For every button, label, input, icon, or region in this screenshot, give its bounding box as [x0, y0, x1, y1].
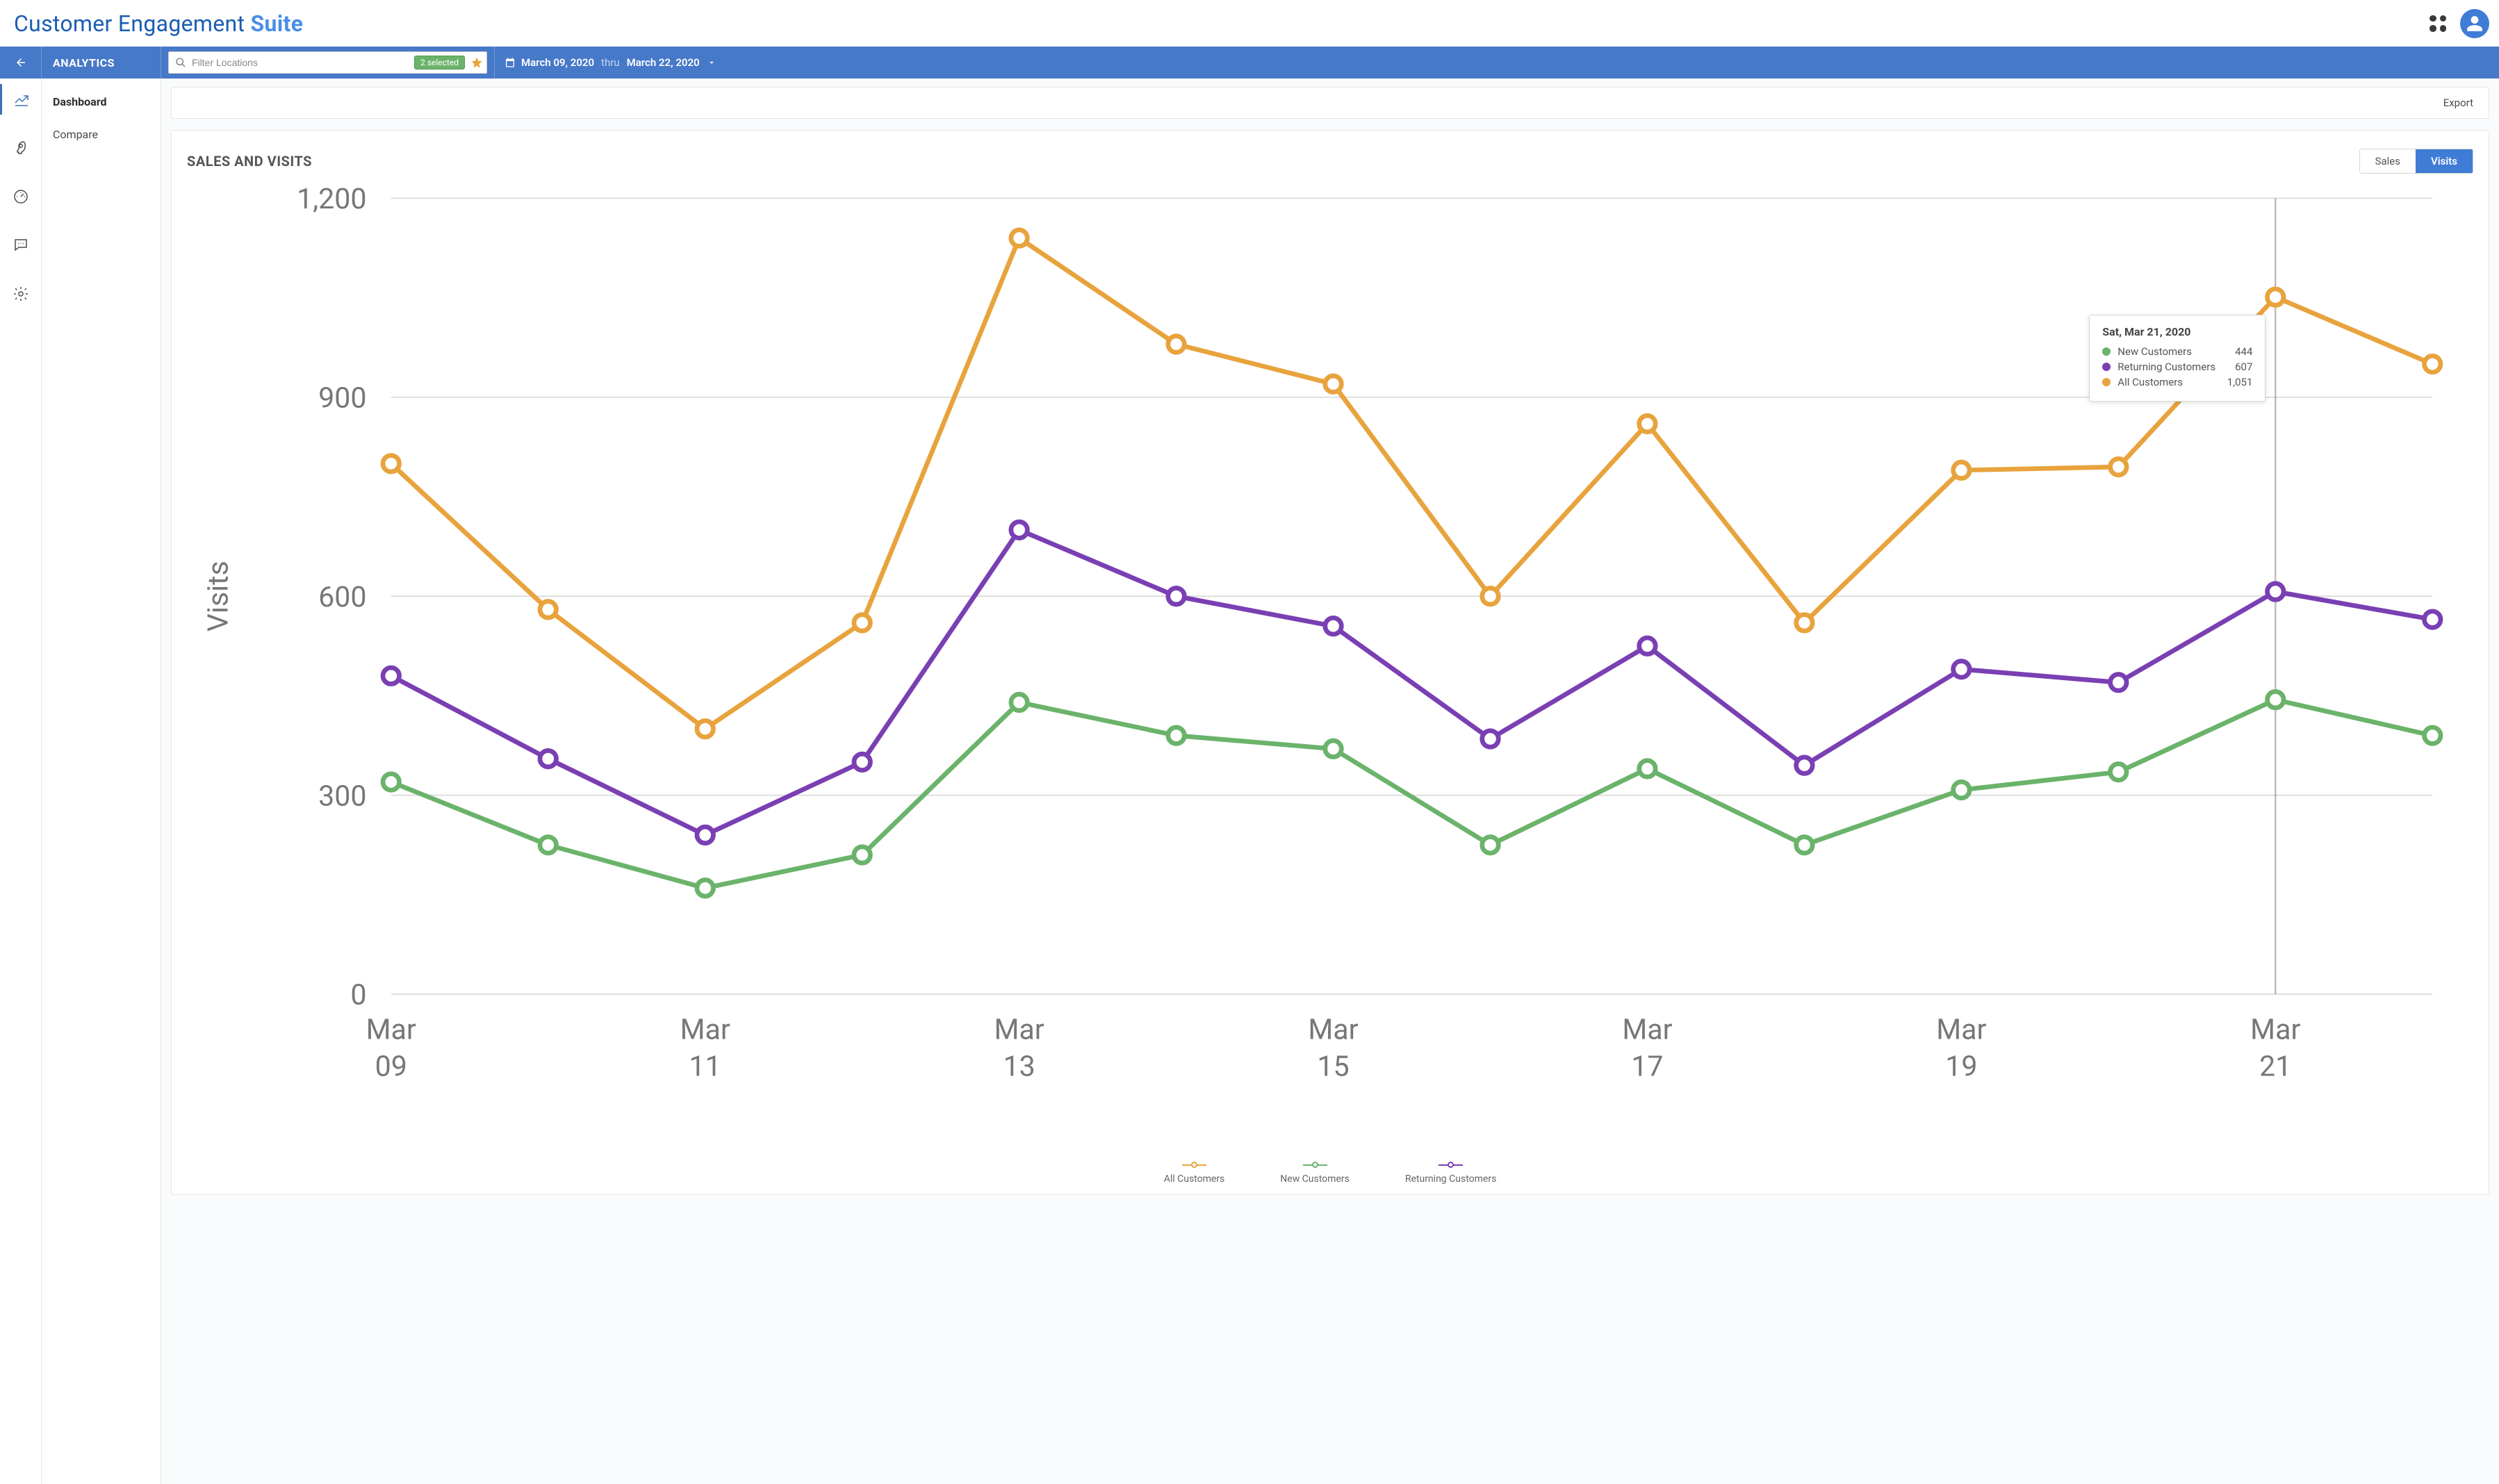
svg-text:17: 17 [1631, 1050, 1663, 1084]
person-icon [2466, 15, 2484, 33]
legend-item[interactable]: All Customers [1164, 1162, 1225, 1185]
export-button[interactable]: Export [2443, 97, 2473, 109]
gear-icon [13, 286, 29, 302]
tooltip-value: 1,051 [2215, 376, 2253, 388]
tooltip-dot-icon [2102, 363, 2111, 371]
app-title-part2: Suite [250, 10, 303, 37]
tooltip-value: 444 [2222, 345, 2252, 358]
svg-text:1,200: 1,200 [297, 183, 367, 216]
svg-text:09: 09 [375, 1050, 407, 1084]
chart-legend: All Customers New Customers Returning Cust… [187, 1162, 2473, 1185]
app-title: Customer Engagement Suite [14, 10, 303, 37]
chart-line-icon [13, 91, 30, 108]
tooltip-dot-icon [2102, 378, 2111, 386]
svg-text:Mar: Mar [1622, 1014, 1672, 1047]
legend-mark-icon [1303, 1162, 1327, 1168]
date-end: March 22, 2020 [627, 56, 700, 69]
chevron-down-icon [707, 58, 716, 67]
chart-tooltip: Sat, Mar 21, 2020 New Customers 444 Return… [2089, 315, 2266, 402]
toggle-sales[interactable]: Sales [2360, 149, 2416, 173]
search-icon [175, 57, 186, 68]
svg-text:300: 300 [318, 780, 366, 813]
calendar-icon [505, 57, 516, 68]
chat-stars-icon [13, 237, 29, 254]
svg-text:Mar: Mar [1308, 1014, 1358, 1047]
legend-label: All Customers [1164, 1173, 1225, 1185]
back-button[interactable] [0, 47, 42, 79]
date-range-picker[interactable]: March 09, 2020 thru March 22, 2020 [495, 47, 726, 79]
sales-visits-toggle: Sales Visits [2359, 149, 2473, 174]
tooltip-label: Returning Customers [2117, 361, 2215, 373]
svg-text:Mar: Mar [366, 1014, 416, 1047]
legend-item[interactable]: Returning Customers [1405, 1162, 1496, 1185]
tooltip-row: All Customers 1,051 [2102, 376, 2252, 388]
legend-mark-icon [1182, 1162, 1206, 1168]
legend-mark-icon [1439, 1162, 1463, 1168]
rail-nav [0, 79, 42, 1484]
section-label: ANALYTICS [42, 47, 161, 79]
user-avatar[interactable] [2460, 9, 2489, 38]
tooltip-label: New Customers [2117, 345, 2215, 358]
favorite-star-icon[interactable] [470, 56, 483, 69]
date-start: March 09, 2020 [521, 56, 594, 69]
tooltip-row: New Customers 444 [2102, 345, 2252, 358]
export-bar: Export [171, 87, 2489, 119]
svg-text:Mar: Mar [994, 1014, 1044, 1047]
app-title-part1: Customer Engagement [14, 10, 250, 37]
svg-text:Visits: Visits [202, 561, 236, 632]
tooltip-row: Returning Customers 607 [2102, 361, 2252, 373]
legend-label: Returning Customers [1405, 1173, 1496, 1185]
svg-text:600: 600 [318, 581, 366, 614]
rail-item-gauge[interactable] [0, 181, 41, 212]
rail-item-insights[interactable] [0, 133, 41, 163]
rail-item-analytics[interactable] [0, 84, 41, 115]
subnav-item-compare[interactable]: Compare [42, 118, 161, 151]
filter-locations-input-wrap[interactable]: 2 selected [168, 51, 487, 74]
rail-item-settings[interactable] [0, 279, 41, 309]
filter-locations-input[interactable] [192, 57, 409, 68]
svg-text:900: 900 [318, 381, 366, 415]
tooltip-label: All Customers [2117, 376, 2207, 388]
brand-bar: Customer Engagement Suite [0, 0, 2499, 47]
svg-text:13: 13 [1003, 1050, 1035, 1084]
svg-text:19: 19 [1945, 1050, 1977, 1084]
tooltip-title: Sat, Mar 21, 2020 [2102, 325, 2252, 338]
tooltip-dot-icon [2102, 347, 2111, 356]
legend-item[interactable]: New Customers [1280, 1162, 1350, 1185]
svg-text:15: 15 [1317, 1050, 1349, 1084]
apps-grid-icon[interactable] [2428, 14, 2448, 33]
subnav-item-dashboard[interactable]: Dashboard [42, 85, 161, 118]
rail-item-reviews[interactable] [0, 230, 41, 261]
date-thru: thru [601, 56, 620, 69]
head-gear-icon [13, 140, 29, 156]
subnav: Dashboard Compare [42, 79, 161, 1484]
svg-text:11: 11 [689, 1050, 721, 1084]
svg-text:21: 21 [2259, 1050, 2291, 1084]
svg-text:Mar: Mar [1936, 1014, 1986, 1047]
toggle-visits[interactable]: Visits [2416, 149, 2473, 173]
arrow-left-icon [15, 56, 27, 69]
toolbar: ANALYTICS 2 selected March 09, 2020 thru… [0, 47, 2499, 79]
filter-selected-badge: 2 selected [414, 56, 465, 69]
gauge-icon [13, 188, 29, 205]
chart-card: SALES AND VISITS Sales Visits 0 300 600 900… [171, 130, 2489, 1195]
svg-text:0: 0 [350, 979, 366, 1012]
filter-cell: 2 selected [161, 47, 495, 79]
svg-text:Mar: Mar [680, 1014, 730, 1047]
chart-area[interactable]: 03006009001,200VisitsMar09Mar11Mar13Mar1… [187, 178, 2473, 1157]
chart-title: SALES AND VISITS [187, 153, 312, 170]
legend-label: New Customers [1280, 1173, 1350, 1185]
tooltip-value: 607 [2222, 361, 2252, 373]
svg-text:Mar: Mar [2250, 1014, 2300, 1047]
main-content: Export SALES AND VISITS Sales Visits 0 30… [161, 79, 2499, 1484]
